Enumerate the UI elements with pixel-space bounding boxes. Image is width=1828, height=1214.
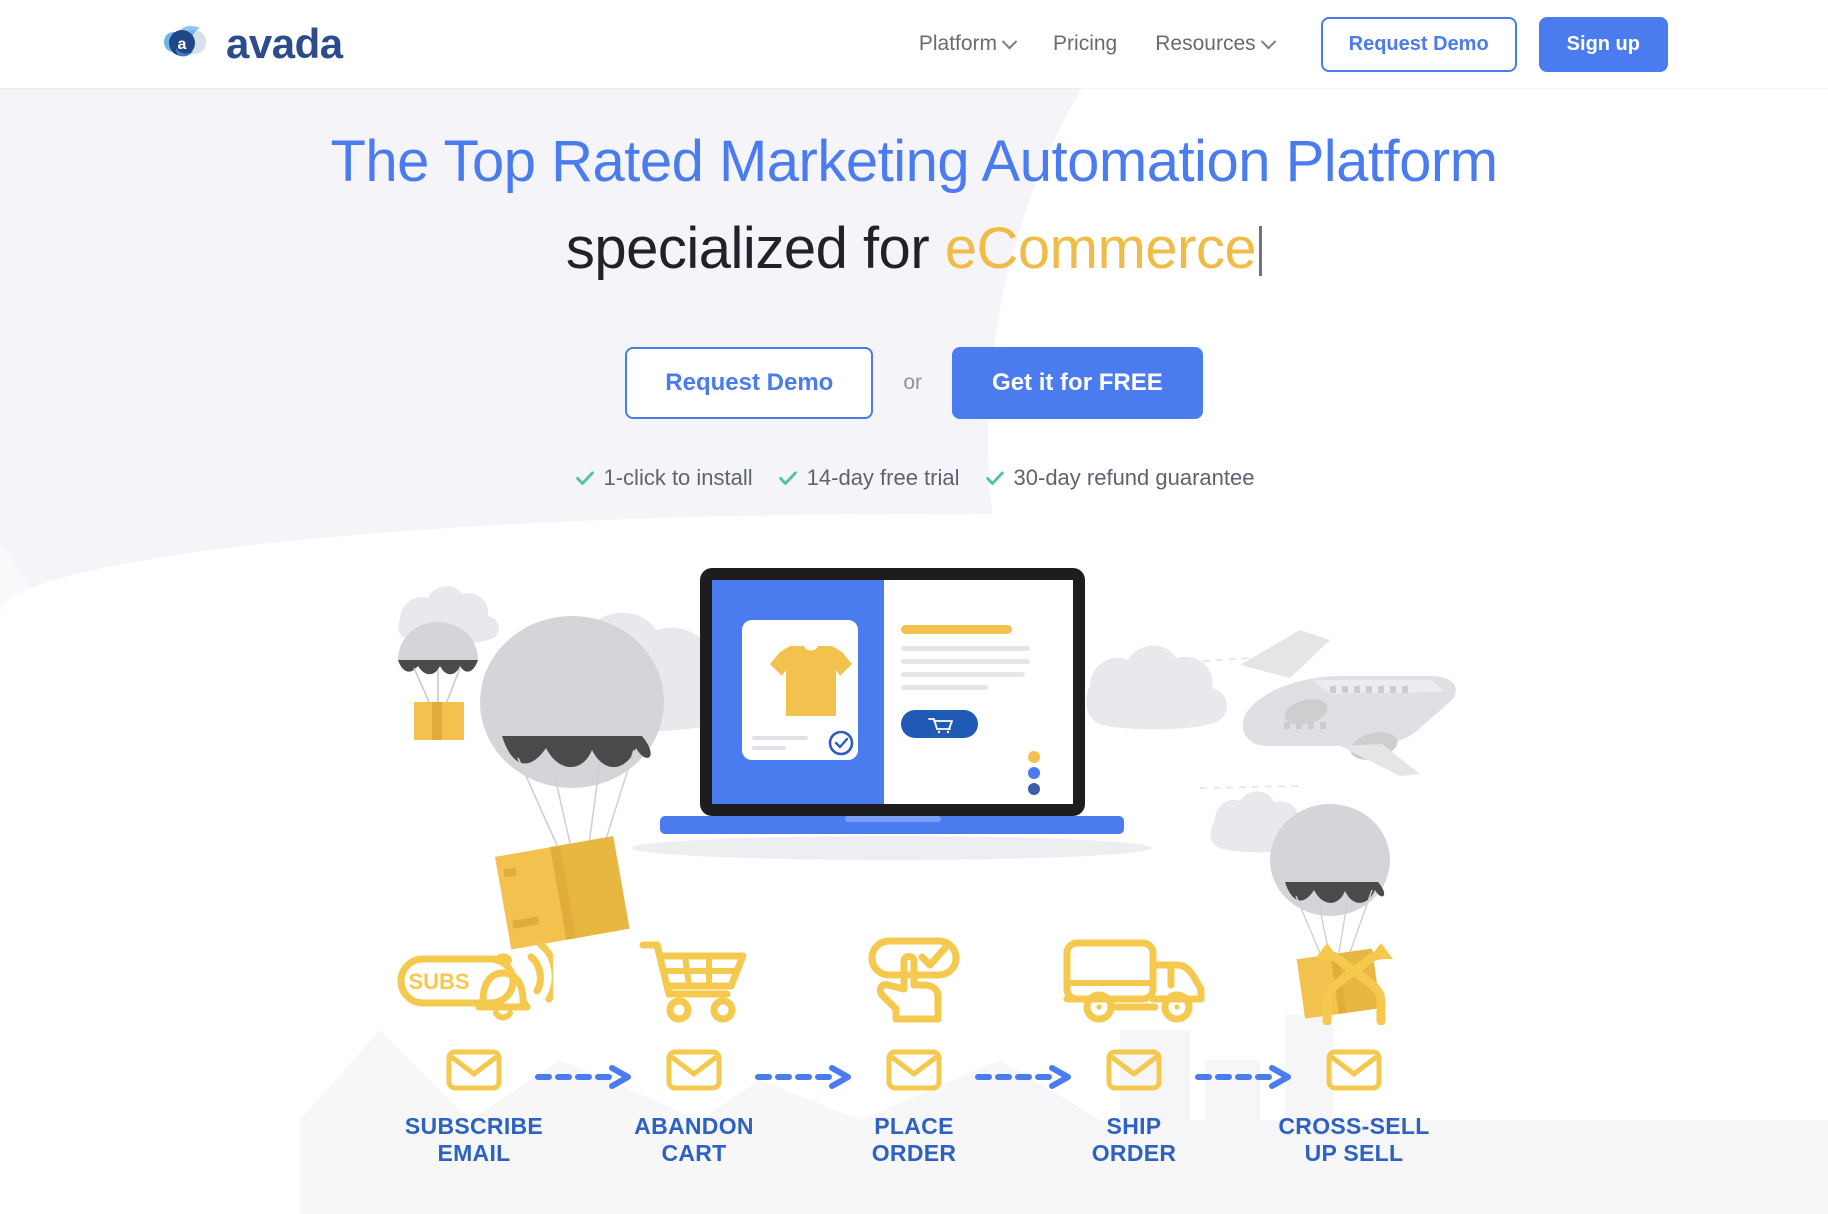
chevron-down-icon: [1260, 33, 1276, 49]
header-sign-up-button[interactable]: Sign up: [1538, 16, 1668, 72]
parachute-package-large: [480, 616, 664, 950]
parachute-package-small: [398, 622, 478, 740]
envelope-icon: [1106, 1049, 1162, 1091]
envelope-icon: [666, 1049, 722, 1091]
hero-section: The Top Rated Marketing Automation Platf…: [0, 88, 1828, 491]
laptop-mockup: [632, 568, 1152, 860]
hero-headline: The Top Rated Marketing Automation Platf…: [330, 129, 1498, 194]
envelope-icon: [886, 1049, 942, 1091]
page-root: a avada Platform Pricing Resources Reque…: [0, 0, 1828, 1214]
step-label: SUBSCRIBE EMAIL: [404, 1113, 544, 1167]
shopping-cart-icon: [639, 935, 749, 1027]
perk-label: 14-day free trial: [806, 465, 960, 490]
site-header: a avada Platform Pricing Resources Reque…: [0, 0, 1828, 88]
airplane-icon: [1189, 630, 1456, 789]
avada-cloud-logo-icon: a: [164, 26, 206, 57]
delivery-truck-icon: [1063, 935, 1205, 1027]
hero-subline-highlight: eCommerce: [944, 215, 1257, 281]
svg-text:a: a: [178, 36, 187, 53]
cross-arrows-icon: [1307, 935, 1401, 1027]
perk-14-day-trial: 14-day free trial: [777, 465, 960, 491]
process-steps-row: SUBS SUBSCRIBE EMAIL ABANDON CART PLACE …: [0, 935, 1828, 1167]
hero-cta-row: Request Demo or Get it for FREE: [0, 347, 1828, 419]
brand-name: avada: [226, 20, 343, 67]
envelope-icon: [446, 1049, 502, 1091]
process-step-subscribe-email: SUBS SUBSCRIBE EMAIL: [364, 935, 631, 1167]
nav-item-resources-label: Resources: [1155, 32, 1256, 55]
hero-perks-list: 1-click to install 14-day free trial 30-…: [0, 465, 1828, 491]
nav-item-platform-label: Platform: [918, 32, 998, 55]
svg-text:SUBS: SUBS: [408, 969, 469, 994]
process-step-cross-sell: CROSS-SELL UP SELL: [1244, 935, 1464, 1167]
step-label: PLACE ORDER: [871, 1113, 957, 1167]
typing-caret: [1259, 225, 1263, 276]
nav-item-platform[interactable]: Platform: [900, 22, 1034, 66]
nav-item-resources[interactable]: Resources: [1136, 22, 1292, 66]
nav-item-pricing-label: Pricing: [1053, 32, 1118, 55]
process-step-abandon-cart: ABANDON CART: [584, 935, 851, 1167]
hand-click-check-icon: [862, 935, 966, 1027]
perk-label: 1-click to install: [603, 465, 753, 490]
check-icon: [985, 471, 1004, 485]
hero-subline-prefix: specialized for: [565, 215, 945, 281]
nav-item-pricing[interactable]: Pricing: [1034, 22, 1136, 66]
step-label: CROSS-SELL UP SELL: [1278, 1113, 1430, 1167]
subscribe-bell-icon: SUBS: [395, 935, 553, 1027]
hero-get-it-free-button[interactable]: Get it for FREE: [952, 347, 1203, 419]
cta-or-label: or: [903, 371, 923, 394]
perk-1-click-install: 1-click to install: [574, 465, 753, 491]
perk-30-day-refund: 30-day refund guarantee: [984, 465, 1255, 491]
envelope-icon: [1326, 1049, 1382, 1091]
brand-logo[interactable]: a avada: [160, 18, 343, 70]
step-label: ABANDON CART: [634, 1113, 754, 1167]
hero-request-demo-button[interactable]: Request Demo: [625, 347, 874, 419]
check-icon: [575, 471, 594, 485]
check-icon: [778, 471, 797, 485]
step-label: SHIP ORDER: [1091, 1113, 1177, 1167]
chevron-down-icon: [1001, 33, 1018, 49]
header-request-demo-button[interactable]: Request Demo: [1320, 16, 1517, 72]
main-navigation: Platform Pricing Resources Request Demo …: [900, 16, 1668, 72]
hero-subline: specialized for eCommerce: [0, 213, 1828, 286]
perk-label: 30-day refund guarantee: [1013, 465, 1255, 490]
process-step-place-order: PLACE ORDER: [804, 935, 1071, 1167]
process-step-ship-order: SHIP ORDER: [1024, 935, 1291, 1167]
